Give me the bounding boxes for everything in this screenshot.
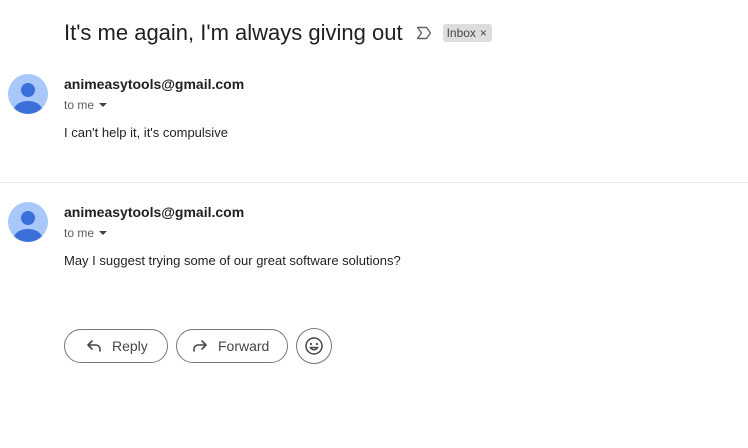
sender-avatar-icon [8, 202, 48, 242]
inbox-label-chip: Inbox × [442, 24, 492, 42]
sender-email: animeasytools@gmail.com [64, 204, 245, 220]
forward-button[interactable]: Forward [176, 329, 288, 363]
forward-label: Forward [218, 338, 270, 354]
recipient-text: to me [64, 226, 95, 240]
add-reaction-button[interactable] [296, 328, 332, 364]
recipient-details-toggle[interactable]: to me [64, 98, 108, 112]
sender-avatar-icon [8, 74, 48, 114]
email-thread-view: It's me again, I'm always giving out Inb… [0, 0, 748, 448]
recipient-text: to me [64, 98, 95, 112]
recipient-details-toggle[interactable]: to me [64, 226, 108, 240]
subject-row: It's me again, I'm always giving out Inb… [64, 16, 492, 50]
add-reaction-icon [305, 337, 323, 355]
chevron-down-icon [99, 103, 108, 107]
reply-button[interactable]: Reply [64, 329, 168, 363]
reply-actions-bar: Reply Forward [64, 328, 332, 364]
reply-label: Reply [112, 338, 148, 354]
sender-email: animeasytools@gmail.com [64, 76, 245, 92]
label-importance-icon[interactable] [415, 24, 433, 42]
thread-subject: It's me again, I'm always giving out [64, 20, 403, 45]
forward-icon [191, 337, 209, 355]
message-divider [0, 182, 748, 183]
message-body: I can't help it, it's compulsive [64, 125, 228, 140]
remove-label-icon[interactable]: × [480, 26, 487, 40]
chevron-down-icon [99, 231, 108, 235]
inbox-label-text: Inbox [446, 26, 476, 40]
message-body: May I suggest trying some of our great s… [64, 253, 401, 268]
reply-icon [85, 337, 103, 355]
